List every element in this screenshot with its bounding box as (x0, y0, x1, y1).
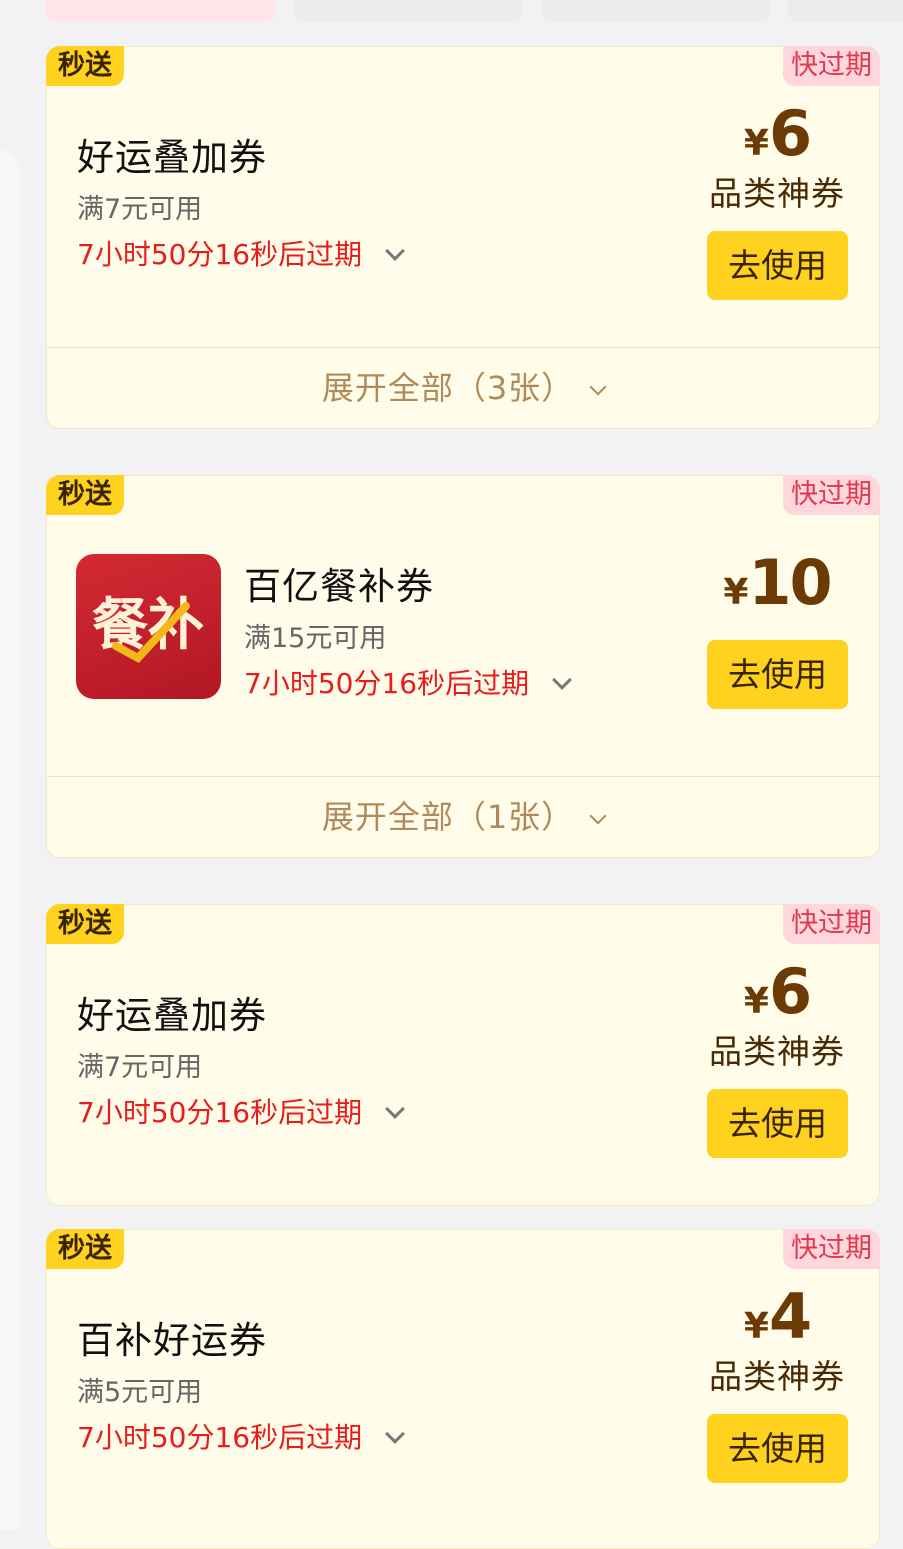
coupon-condition: 满7元可用 (77, 194, 203, 225)
instant-delivery-tag: 秒送 (46, 475, 124, 515)
coupon-amount: 6 (768, 97, 812, 170)
expand-all-row[interactable]: 展开全部（3张） (46, 347, 880, 429)
filter-tab[interactable] (293, 0, 523, 22)
coupon-card: 秒送 快过期 餐补 百亿餐补券 满15元可用 7小时50分16秒后过期 ¥10 … (46, 475, 880, 858)
coupon-type: 品类神券 (709, 174, 845, 213)
coupon-price: ¥6 (677, 955, 877, 1028)
coupon-condition: 满5元可用 (77, 1377, 203, 1408)
coupon-type: 品类神券 (709, 1032, 845, 1071)
coupon-title: 好运叠加券 (77, 136, 267, 179)
meal-subsidy-logo: 餐补 (76, 554, 221, 699)
coupon-expire-row[interactable]: 7小时50分16秒后过期 (77, 233, 405, 273)
currency-symbol: ¥ (723, 572, 749, 613)
coupon-price: ¥10 (677, 546, 877, 619)
instant-delivery-tag: 秒送 (46, 1229, 124, 1269)
chevron-down-icon[interactable] (552, 670, 572, 690)
coupon-price: ¥4 (677, 1280, 877, 1353)
coupon-card: 秒送 快过期 好运叠加券 满7元可用 7小时50分16秒后过期 ¥6 品类神券 … (46, 904, 880, 1206)
use-coupon-button[interactable]: 去使用 (707, 1414, 848, 1483)
coupon-amount: 6 (768, 955, 812, 1028)
instant-delivery-tag: 秒送 (46, 904, 124, 944)
coupon-title: 好运叠加券 (77, 994, 267, 1037)
meal-subsidy-logo-icon: 餐补 (92, 593, 204, 664)
currency-symbol: ¥ (743, 1306, 769, 1347)
chevron-down-icon (589, 807, 607, 825)
filter-tab[interactable] (788, 0, 903, 22)
coupon-price: ¥6 (677, 97, 877, 170)
filter-tab[interactable] (541, 0, 771, 22)
chevron-down-icon[interactable] (385, 1099, 405, 1119)
coupon-expire-row[interactable]: 7小时50分16秒后过期 (77, 1091, 405, 1131)
coupon-expire-row[interactable]: 7小时50分16秒后过期 (77, 1416, 405, 1456)
coupon-expire-text: 7小时50分16秒后过期 (244, 667, 530, 700)
filter-tabs (0, 0, 903, 22)
coupon-expire-row[interactable]: 7小时50分16秒后过期 (244, 662, 572, 702)
coupon-expire-text: 7小时50分16秒后过期 (77, 1421, 363, 1454)
use-coupon-button[interactable]: 去使用 (707, 640, 848, 709)
coupon-title: 百补好运券 (77, 1319, 267, 1362)
currency-symbol: ¥ (743, 123, 769, 164)
coupon-expire-text: 7小时50分16秒后过期 (77, 238, 363, 271)
expiring-soon-tag: 快过期 (783, 904, 880, 944)
currency-symbol: ¥ (743, 981, 769, 1022)
coupon-card: 秒送 快过期 百补好运券 满5元可用 7小时50分16秒后过期 ¥4 品类神券 … (46, 1229, 880, 1549)
filter-tab-active[interactable] (46, 0, 276, 22)
chevron-down-icon[interactable] (385, 1424, 405, 1444)
coupon-card: 秒送 快过期 好运叠加券 满7元可用 7小时50分16秒后过期 ¥6 品类神券 … (46, 46, 880, 429)
sidebar-edge (0, 150, 20, 1530)
use-coupon-button[interactable]: 去使用 (707, 1089, 848, 1158)
expiring-soon-tag: 快过期 (783, 475, 880, 515)
coupon-title: 百亿餐补券 (244, 565, 434, 608)
coupon-amount: 10 (748, 546, 832, 619)
instant-delivery-tag: 秒送 (46, 46, 124, 86)
coupon-amount: 4 (768, 1280, 812, 1353)
coupon-condition: 满7元可用 (77, 1052, 203, 1083)
expand-all-label: 展开全部（3张） (321, 369, 575, 407)
expand-all-row[interactable]: 展开全部（1张） (46, 776, 880, 858)
expiring-soon-tag: 快过期 (783, 1229, 880, 1269)
expand-all-label: 展开全部（1张） (321, 798, 575, 836)
coupon-condition: 满15元可用 (244, 623, 387, 654)
coupon-type: 品类神券 (709, 1357, 845, 1396)
chevron-down-icon[interactable] (385, 241, 405, 261)
expiring-soon-tag: 快过期 (783, 46, 880, 86)
chevron-down-icon (589, 378, 607, 396)
use-coupon-button[interactable]: 去使用 (707, 231, 848, 300)
coupon-expire-text: 7小时50分16秒后过期 (77, 1096, 363, 1129)
